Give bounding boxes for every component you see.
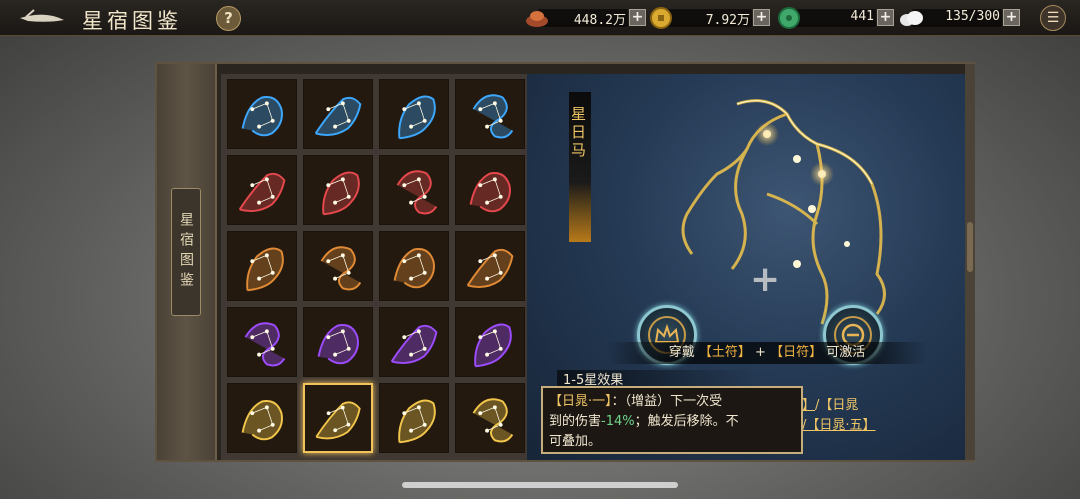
activation-requirement: 穿戴 【土符】 + 【日符】 可激活 (607, 342, 927, 364)
add-jade-button[interactable]: + (877, 9, 894, 26)
resource-jade: 441 + (776, 6, 894, 30)
resource-ingot: 448.2万 + (524, 6, 646, 30)
resource-stamina-value: 135/300 (945, 9, 1000, 24)
sun-talisman-link[interactable]: 【日符】 (770, 345, 822, 360)
ingot-icon (526, 11, 548, 27)
bird-constellation-icon (228, 308, 296, 376)
tiger-constellation-icon (228, 80, 296, 148)
add-gold-button[interactable]: + (753, 9, 770, 26)
wear-plus: + (755, 345, 766, 360)
wolf-constellation-icon (304, 80, 372, 148)
help-button[interactable]: ? (216, 6, 241, 31)
stamina-cloud-icon (900, 11, 923, 26)
boar-constellation-icon (380, 232, 448, 300)
resource-gold: 7.92万 + (648, 6, 770, 30)
constellation-cell[interactable] (379, 155, 449, 225)
add-ingot-button[interactable]: + (629, 9, 646, 26)
add-stamina-button[interactable]: + (1003, 9, 1020, 26)
top-bar: 星宿图鉴 ? 448.2万 + 7.92万 + 441 + 135/300 + … (0, 0, 1080, 36)
constellation-cell[interactable] (455, 231, 525, 301)
swallow-constellation-icon (456, 308, 524, 376)
constellation-cell[interactable] (379, 231, 449, 301)
constellation-name: 星日马 (569, 106, 587, 160)
constellation-cell[interactable] (379, 307, 449, 377)
constellation-cell[interactable] (455, 155, 525, 225)
bat-constellation-icon (456, 232, 524, 300)
constellation-cell[interactable] (303, 79, 373, 149)
wear-prefix: 穿戴 (668, 345, 695, 360)
tiger-constellation-icon (380, 156, 448, 224)
resource-gold-value: 7.92万 (705, 13, 750, 28)
rabbit-constellation-icon (380, 384, 448, 452)
constellation-cell[interactable] (455, 383, 525, 453)
gold-coin-icon (650, 7, 672, 29)
resource-jade-value: 441 (850, 9, 874, 24)
constellation-cell[interactable] (379, 383, 449, 453)
effect-link-5[interactable]: /【日晁·五】 (802, 418, 876, 433)
tooltip-line3: 可叠加。 (549, 434, 602, 449)
constellation-cell[interactable] (303, 383, 373, 453)
pheasant-constellation-icon (228, 232, 296, 300)
wear-suffix: 可激活 (826, 345, 866, 360)
constellation-cell[interactable] (227, 383, 297, 453)
bear-constellation-icon (380, 80, 448, 148)
fox-constellation-icon (380, 308, 448, 376)
tooltip-line1: ：（增益）下一次受 (611, 394, 723, 409)
resource-stamina: 135/300 + (898, 6, 1020, 30)
constellation-cell[interactable] (227, 155, 297, 225)
pig-constellation-icon (304, 156, 372, 224)
constellation-cell[interactable] (227, 307, 297, 377)
constellation-cell[interactable] (227, 231, 297, 301)
constellation-cell[interactable] (303, 307, 373, 377)
home-indicator[interactable] (402, 482, 678, 488)
rooster-constellation-icon (456, 384, 524, 452)
menu-button[interactable]: ☰ (1040, 5, 1066, 31)
constellation-cell[interactable] (303, 231, 373, 301)
ox-constellation-icon (228, 156, 296, 224)
rat-constellation-icon (228, 384, 296, 452)
effect-tooltip: 【日晁·一】：（增益）下一次受 到的伤害-14%；触发后移除。不 可叠加。 (541, 386, 803, 454)
jade-icon (778, 7, 800, 29)
constellation-cell[interactable] (455, 307, 525, 377)
constellation-grid (221, 74, 527, 460)
tooltip-line2-b: ；触发后移除。不 (634, 414, 739, 429)
effect-link-2[interactable]: /【日晁 (815, 398, 858, 413)
earth-talisman-link[interactable]: 【土符】 (699, 345, 751, 360)
back-arrow-icon[interactable] (18, 8, 66, 28)
combine-plus-icon: + (750, 259, 781, 300)
tooltip-effect-name: 【日晁·一】 (549, 394, 612, 409)
deer-constellation-icon (304, 232, 372, 300)
constellation-cell[interactable] (379, 79, 449, 149)
serpent-constellation-icon (456, 80, 524, 148)
monkey-constellation-icon (456, 156, 524, 224)
left-rail: 星宿图鉴 (157, 64, 217, 460)
resource-ingot-value: 448.2万 (573, 13, 626, 28)
tab-constellation-atlas[interactable]: 星宿图鉴 (171, 188, 201, 316)
tooltip-damage-value: -14% (601, 414, 635, 429)
page-title: 星宿图鉴 (82, 9, 182, 33)
horse-constellation-icon (305, 385, 371, 451)
tooltip-line2-a: 到的伤害 (549, 414, 602, 429)
constellation-cell[interactable] (303, 155, 373, 225)
panel-scroll-handle[interactable] (967, 222, 973, 272)
constellation-cell[interactable] (455, 79, 525, 149)
constellation-cell[interactable] (227, 79, 297, 149)
stag-constellation-icon (304, 308, 372, 376)
